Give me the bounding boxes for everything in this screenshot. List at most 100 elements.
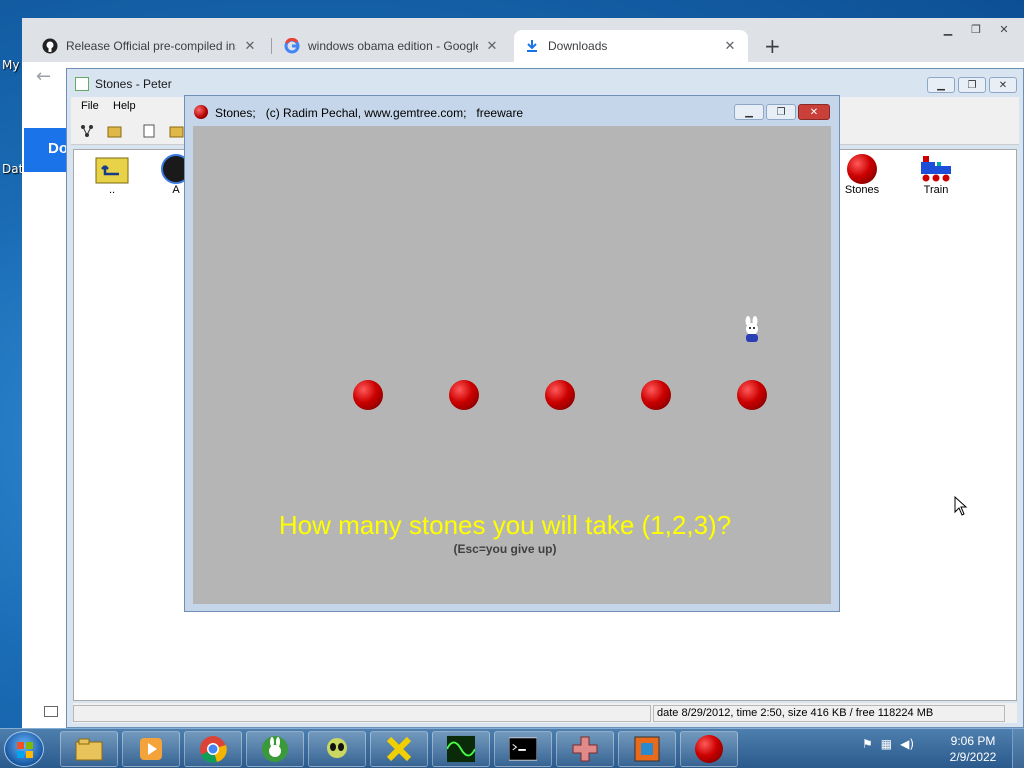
tab-separator: [271, 38, 272, 54]
taskbar-button-cmd[interactable]: [494, 731, 552, 767]
github-icon: [42, 38, 58, 54]
close-icon[interactable]: ✕: [484, 38, 500, 54]
taskbar-button-oscilloscope[interactable]: [432, 731, 490, 767]
stone: [737, 380, 767, 410]
status-text: date 8/29/2012, time 2:50, size 416 KB /…: [653, 705, 1005, 722]
maximize-button[interactable]: ❐: [964, 20, 988, 38]
stone: [353, 380, 383, 410]
clock[interactable]: 9:06 PM 2/9/2022: [940, 733, 1006, 765]
mouse-cursor-icon: [954, 495, 968, 516]
close-icon[interactable]: ✕: [722, 38, 738, 54]
peter-app-icon: [75, 77, 89, 91]
file-item-stones[interactable]: Stones: [832, 154, 892, 196]
tab-title: windows obama edition - Google: [308, 39, 478, 53]
rabbit-icon: [741, 316, 763, 346]
clock-time: 9:06 PM: [950, 734, 996, 748]
tab-downloads[interactable]: Downloads ✕: [514, 30, 748, 62]
tab-title: Downloads: [548, 39, 608, 53]
minimize-button[interactable]: ▁: [927, 77, 955, 93]
windows-logo-icon: [17, 742, 33, 758]
menu-help[interactable]: Help: [113, 100, 136, 112]
media-player-icon: [137, 735, 165, 763]
stone-icon: [847, 154, 877, 184]
grid-cross-icon: [571, 735, 599, 763]
oscilloscope-icon: [447, 735, 475, 763]
peter-titlebar[interactable]: Stones - Peter ▁ ❐ ✕: [67, 69, 1023, 97]
back-arrow-icon[interactable]: ←: [36, 66, 51, 87]
puzzle-icon: [633, 735, 661, 763]
peter-title: Stones - Peter: [95, 77, 172, 91]
stone: [641, 380, 671, 410]
sidebar-toggle-icon[interactable]: [44, 706, 58, 717]
file-label: Train: [923, 184, 949, 196]
close-button[interactable]: ✕: [798, 104, 830, 120]
desktop-label-my[interactable]: My: [2, 58, 19, 72]
peter-statusbar: date 8/29/2012, time 2:50, size 416 KB /…: [73, 703, 1017, 723]
stones-app-icon: [695, 735, 723, 763]
stone: [449, 380, 479, 410]
alien-app-icon: [323, 735, 351, 763]
stones-title: Stones; (c) Radim Pechal, www.gemtree.co…: [215, 106, 524, 120]
clock-date: 2/9/2022: [949, 750, 997, 764]
stone: [545, 380, 575, 410]
give-up-hint: (Esc=you give up): [453, 542, 557, 556]
action-center-icon[interactable]: ⚑: [862, 737, 873, 751]
chrome-icon: [199, 735, 227, 763]
minimize-button[interactable]: ▁: [734, 104, 764, 120]
stone-icon: [194, 105, 208, 119]
rabbit-app-icon: [261, 735, 289, 763]
google-icon: [284, 38, 300, 54]
show-desktop-button[interactable]: [1012, 729, 1024, 768]
maximize-button[interactable]: ❐: [958, 77, 986, 93]
system-tray: ⚑ ▦ ◀): [862, 737, 914, 751]
minimize-button[interactable]: ▁: [936, 20, 960, 38]
taskbar-button-chrome[interactable]: [184, 731, 242, 767]
taskbar-button-media-player[interactable]: [122, 731, 180, 767]
file-item-train[interactable]: Train: [906, 154, 966, 196]
download-icon: [524, 38, 540, 54]
taskbar: ⚑ ▦ ◀) 9:06 PM 2/9/2022: [0, 728, 1024, 768]
x-app-icon: [385, 735, 413, 763]
explorer-icon: [75, 735, 103, 763]
train-icon: [919, 154, 953, 184]
close-button[interactable]: ✕: [989, 77, 1017, 93]
taskbar-button-alien-app[interactable]: [308, 731, 366, 767]
file-label: ..: [108, 184, 116, 196]
close-icon[interactable]: ✕: [242, 38, 258, 54]
cmd-icon: [509, 735, 537, 763]
desktop-label-dat[interactable]: Dat: [2, 162, 23, 176]
status-empty-cell: [73, 705, 651, 722]
up-folder-icon: [95, 154, 129, 184]
game-canvas[interactable]: How many stones you will take (1,2,3)? (…: [193, 126, 831, 604]
volume-icon[interactable]: ◀): [900, 737, 914, 751]
open-folder-icon[interactable]: [107, 123, 123, 139]
peter-window-controls: ▁ ❐ ✕: [927, 77, 1017, 93]
menu-file[interactable]: File: [81, 100, 99, 112]
new-tab-button[interactable]: +: [764, 34, 781, 58]
taskbar-button-grid-cross[interactable]: [556, 731, 614, 767]
stones-titlebar[interactable]: Stones; (c) Radim Pechal, www.gemtree.co…: [185, 96, 839, 126]
tree-icon[interactable]: [79, 123, 95, 139]
start-button[interactable]: [4, 731, 44, 767]
downloads-header: Do: [24, 128, 68, 172]
taskbar-button-rabbit-app[interactable]: [246, 731, 304, 767]
game-prompt: How many stones you will take (1,2,3)?: [278, 510, 732, 540]
file-item-up[interactable]: ..: [82, 154, 142, 196]
chrome-window-controls: ▁ ❐ ✕: [936, 20, 1016, 38]
file-label: Stones: [844, 184, 880, 196]
stones-window: Stones; (c) Radim Pechal, www.gemtree.co…: [184, 95, 840, 612]
tab-google-search[interactable]: windows obama edition - Google ✕: [274, 30, 510, 62]
maximize-button[interactable]: ❐: [766, 104, 796, 120]
tab-title: Release Official pre-compiled ins: [66, 39, 236, 53]
taskbar-button-puzzle[interactable]: [618, 731, 676, 767]
folder-icon[interactable]: [169, 123, 185, 139]
close-button[interactable]: ✕: [992, 20, 1016, 38]
taskbar-button-explorer[interactable]: [60, 731, 118, 767]
taskbar-button-stones-app[interactable]: [680, 731, 738, 767]
tab-strip: Release Official pre-compiled ins ✕ wind…: [22, 18, 1024, 66]
network-icon[interactable]: ▦: [881, 737, 892, 751]
new-file-icon[interactable]: [141, 123, 157, 139]
stones-window-controls: ▁ ❐ ✕: [734, 104, 830, 120]
taskbar-button-x-app[interactable]: [370, 731, 428, 767]
tab-github-release[interactable]: Release Official pre-compiled ins ✕: [32, 30, 268, 62]
